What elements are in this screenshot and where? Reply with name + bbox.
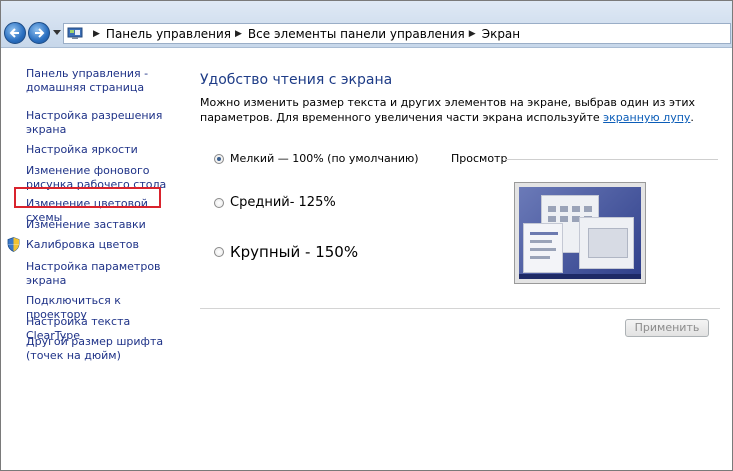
radio-large[interactable] — [214, 247, 224, 257]
back-arrow-icon — [9, 28, 19, 38]
radio-medium[interactable] — [214, 197, 224, 208]
breadcrumb-item-all-items[interactable]: Все элементы панели управления — [248, 27, 465, 41]
breadcrumb-item-display[interactable]: Экран — [482, 27, 520, 41]
preview-window-front — [579, 217, 634, 269]
sidebar-item-brightness[interactable]: Настройка яркости — [26, 143, 176, 157]
preview-divider — [505, 159, 718, 160]
forward-arrow-icon — [35, 28, 45, 38]
control-panel-window: ▶ Панель управления ▶ Все элементы панел… — [0, 0, 733, 471]
apply-button[interactable]: Применить — [625, 319, 709, 337]
option-small-label: Мелкий — 100% (по умолчанию) — [230, 152, 419, 165]
option-large[interactable]: Крупный - 150% — [214, 243, 358, 261]
magnifier-link[interactable]: экранную лупу — [603, 111, 690, 124]
description-end: . — [690, 111, 694, 124]
back-button[interactable] — [4, 22, 26, 44]
breadcrumb-separator-icon: ▶ — [235, 28, 242, 39]
highlight-annotation-box — [14, 187, 161, 208]
address-box[interactable]: ▶ Панель управления ▶ Все элементы панел… — [63, 23, 731, 44]
sidebar-item-display-settings[interactable]: Настройка параметров экрана — [26, 260, 176, 288]
preview-screen — [519, 187, 641, 279]
radio-small[interactable] — [214, 153, 224, 164]
preview-window-left — [523, 223, 563, 273]
shield-icon — [7, 237, 20, 252]
page-description: Можно изменить размер текста и других эл… — [200, 95, 715, 125]
breadcrumb-separator-icon: ▶ — [468, 28, 476, 39]
preview-image — [514, 182, 646, 284]
left-task-pane: Панель управления - домашняя страница На… — [1, 48, 179, 470]
control-panel-icon — [67, 27, 83, 40]
preview-label: Просмотр — [451, 152, 508, 165]
option-large-label: Крупный - 150% — [230, 243, 359, 261]
breadcrumb-item-control-panel[interactable]: Панель управления — [106, 27, 231, 41]
address-bar-area: ▶ Панель управления ▶ Все элементы панел… — [1, 1, 732, 48]
page-title: Удобство чтения с экрана — [200, 72, 393, 88]
sidebar-item-dpi[interactable]: Другой размер шрифта (точек на дюйм) — [26, 335, 176, 363]
sidebar-item-home[interactable]: Панель управления - домашняя страница — [26, 67, 176, 95]
recent-pages-dropdown[interactable] — [53, 30, 61, 35]
option-medium[interactable]: Средний- 125% — [214, 195, 336, 210]
option-small[interactable]: Мелкий — 100% (по умолчанию) — [214, 152, 419, 165]
forward-button[interactable] — [28, 22, 50, 44]
option-medium-label: Средний- 125% — [230, 195, 336, 210]
breadcrumb-separator-icon: ▶ — [93, 28, 100, 39]
sidebar-item-calibration[interactable]: Калибровка цветов — [26, 238, 176, 252]
content-divider — [200, 308, 720, 309]
main-content: Удобство чтения с экрана Можно изменить … — [180, 48, 732, 470]
sidebar-item-resolution[interactable]: Настройка разрешения экрана — [26, 109, 176, 137]
sidebar-item-screensaver[interactable]: Изменение заставки — [26, 218, 176, 232]
